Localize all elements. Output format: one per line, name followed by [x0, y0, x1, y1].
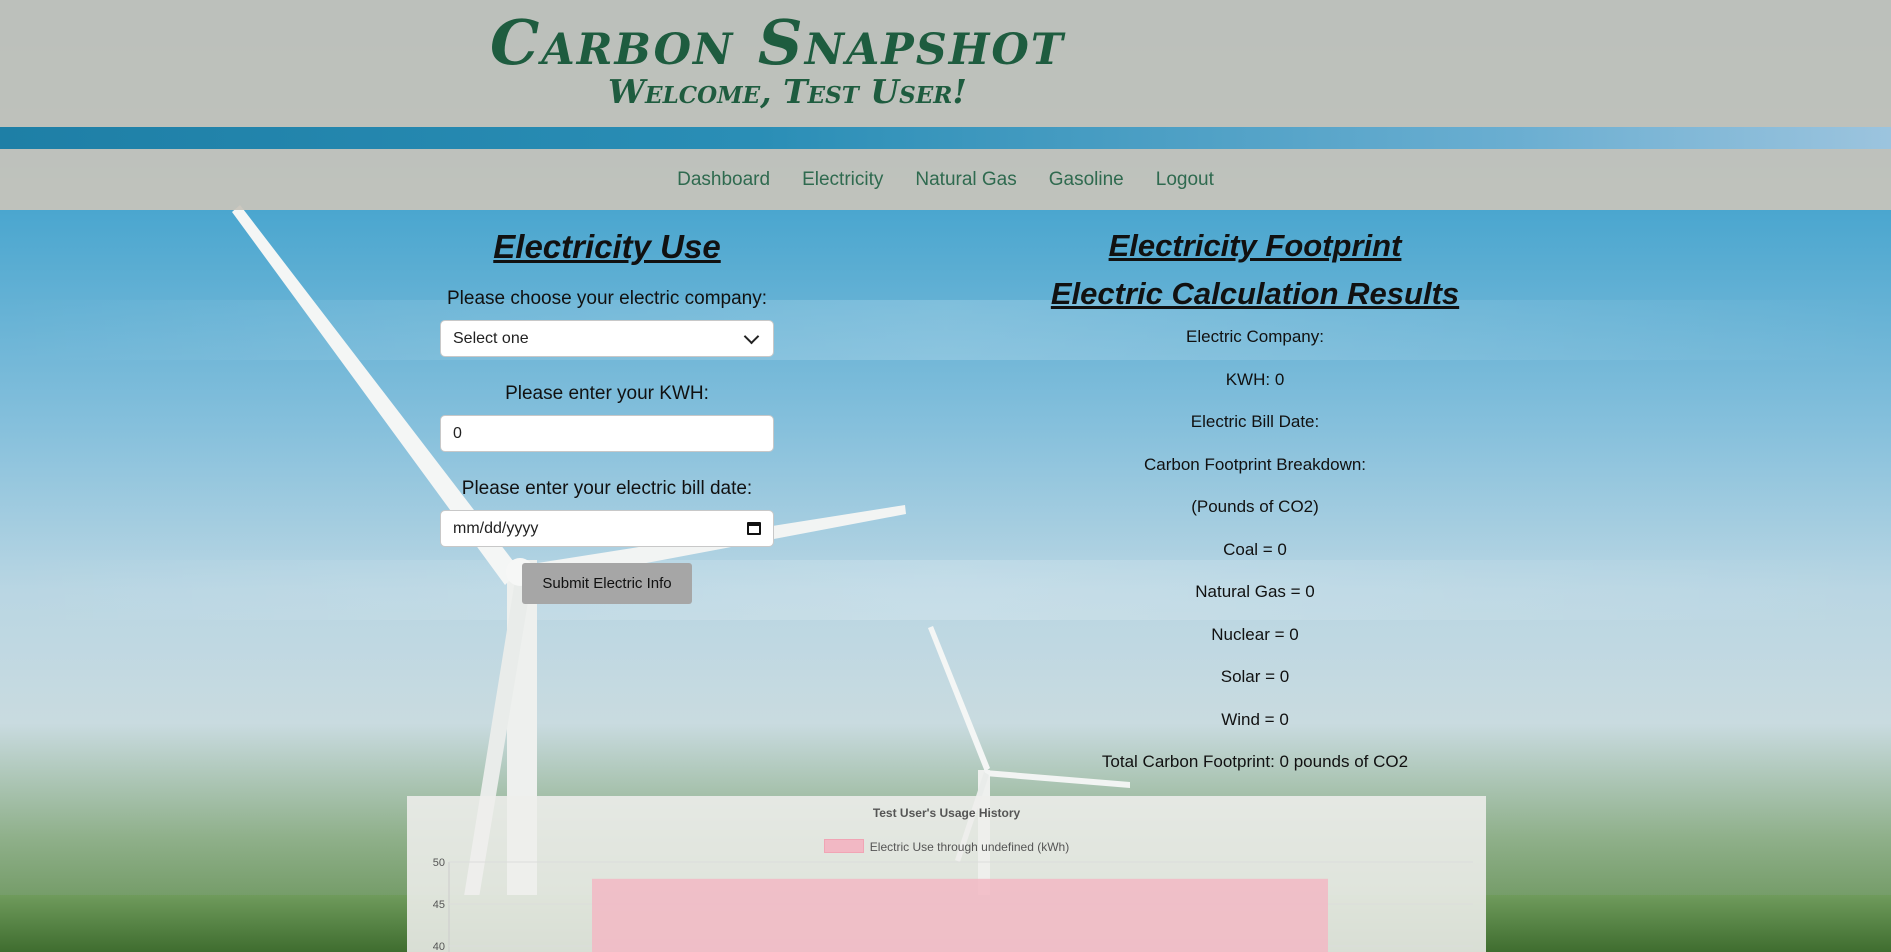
company-label: Please choose your electric company:: [447, 288, 767, 309]
kwh-input-value: 0: [453, 424, 462, 442]
y-tick-label: 45: [433, 899, 445, 911]
main-nav: Dashboard Electricity Natural Gas Gasoli…: [0, 149, 1891, 210]
result-solar: Solar = 0: [1220, 667, 1290, 686]
result-bill-date: Electric Bill Date:: [1190, 412, 1320, 431]
bill-date-placeholder: mm/dd/yyyy: [453, 519, 539, 537]
result-total: Total Carbon Footprint: 0 pounds of CO2: [1101, 752, 1409, 771]
nav-gasoline[interactable]: Gasoline: [1049, 169, 1124, 191]
chart-plot: 50 45 40: [433, 857, 1473, 952]
submit-electric-button[interactable]: Submit Electric Info: [522, 563, 692, 604]
site-title: Carbon Snapshot: [490, 6, 1065, 79]
result-natural-gas: Natural Gas = 0: [1195, 582, 1315, 601]
electricity-form: Electricity Use Please choose your elect…: [440, 228, 774, 604]
result-kwh: KWH: 0: [1225, 369, 1285, 389]
electricity-results: Electricity Footprint Electric Calculati…: [1020, 228, 1490, 784]
usage-history-chart: Test User's Usage History Electric Use t…: [407, 796, 1486, 952]
company-select[interactable]: Select one: [440, 320, 774, 357]
result-company: Electric Company:: [1186, 327, 1324, 346]
welcome-message: Welcome, Test User!: [608, 72, 967, 111]
result-coal: Coal = 0: [1223, 539, 1287, 559]
results-subtitle: Electric Calculation Results: [1050, 276, 1460, 311]
result-units: (Pounds of CO2): [1191, 497, 1319, 516]
result-nuclear: Nuclear = 0: [1211, 624, 1299, 644]
y-tick-label: 40: [433, 941, 445, 952]
bar[interactable]: [592, 878, 1328, 952]
nav-natural-gas[interactable]: Natural Gas: [915, 169, 1016, 191]
y-tick-label: 50: [433, 857, 445, 869]
nav-logout[interactable]: Logout: [1156, 169, 1214, 191]
results-list: Electric Company: KWH: 0 Electric Bill D…: [1020, 316, 1490, 784]
site-header: Carbon Snapshot Welcome, Test User!: [0, 0, 1891, 127]
kwh-input[interactable]: 0: [440, 415, 774, 452]
nav-electricity[interactable]: Electricity: [802, 169, 883, 191]
bill-date-input[interactable]: mm/dd/yyyy: [440, 510, 774, 547]
results-title: Electricity Footprint: [1108, 228, 1402, 263]
calendar-icon[interactable]: [747, 522, 761, 535]
kwh-label: Please enter your KWH:: [505, 383, 709, 404]
company-select-value: Select one: [453, 329, 529, 347]
header-divider-strip: [0, 127, 1891, 149]
nav-dashboard[interactable]: Dashboard: [677, 169, 770, 191]
bill-date-label: Please enter your electric bill date:: [461, 478, 753, 499]
chevron-down-icon: [743, 328, 760, 344]
form-title: Electricity Use: [493, 228, 721, 265]
result-breakdown-heading: Carbon Footprint Breakdown:: [1143, 454, 1367, 474]
result-wind: Wind = 0: [1221, 709, 1289, 729]
